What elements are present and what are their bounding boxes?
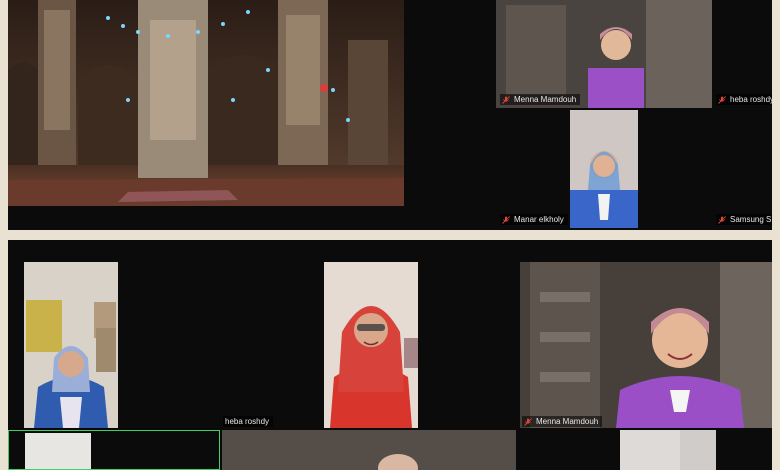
participant-video <box>620 430 680 470</box>
participant-name: heba roshdy <box>730 95 772 104</box>
gallery-panel-bottom: heba roshdy Menna Mamdouh <box>8 240 772 470</box>
participant-video <box>496 0 712 108</box>
participant-tile-manar[interactable] <box>570 110 638 228</box>
participant-video <box>570 110 638 228</box>
mosque-interior-image <box>8 0 404 206</box>
participant-video <box>24 262 118 428</box>
participant-tile-menna-bottom[interactable] <box>520 262 772 428</box>
muted-mic-icon <box>718 215 726 224</box>
participant-name: Manar elkholy <box>514 215 564 224</box>
name-label-heba-bottom: heba roshdy <box>223 416 274 427</box>
muted-mic-icon <box>502 215 510 224</box>
name-label-heba-top: heba roshdy <box>716 94 772 105</box>
active-speaker-tile[interactable] <box>8 430 220 470</box>
participant-video <box>25 433 91 469</box>
name-label-manar: Manar elkholy <box>500 214 568 225</box>
muted-mic-icon <box>718 95 726 104</box>
participant-video <box>222 430 516 470</box>
muted-mic-icon <box>524 417 532 426</box>
participant-video <box>324 262 418 428</box>
shared-screen-mosque-image <box>8 0 404 206</box>
participant-name: heba roshdy <box>225 417 270 426</box>
participant-name: Menna Mamdouh <box>536 417 599 426</box>
participant-tile-center[interactable] <box>324 262 418 428</box>
participant-tile-bottom-center[interactable] <box>222 430 516 470</box>
participant-video <box>520 262 772 428</box>
participant-tile-menna-top[interactable] <box>496 0 712 108</box>
participant-name: Samsung S <box>730 215 772 224</box>
muted-mic-icon <box>502 95 510 104</box>
name-label-menna-bottom: Menna Mamdouh <box>522 416 603 427</box>
name-label-menna-top: Menna Mamdouh <box>500 94 581 105</box>
participant-tile-bottom-right[interactable] <box>620 430 716 470</box>
participant-name: Menna Mamdouh <box>514 95 577 104</box>
name-label-samsung: Samsung S <box>716 214 772 225</box>
participant-tile-left[interactable] <box>24 262 118 428</box>
gallery-panel-top: Menna Mamdouh heba roshdy Manar elkholy … <box>8 0 772 230</box>
